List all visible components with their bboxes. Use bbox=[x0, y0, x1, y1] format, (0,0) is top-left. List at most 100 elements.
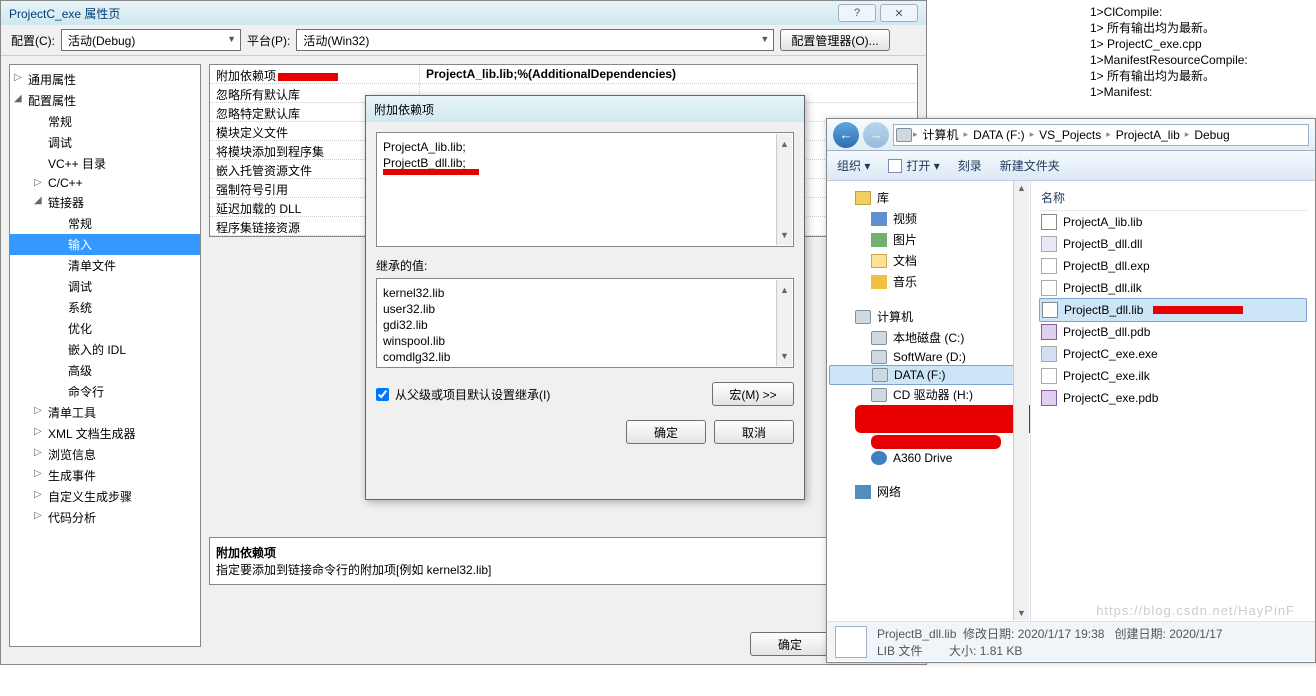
inherit-checkbox[interactable] bbox=[376, 388, 389, 401]
file-row-selected[interactable]: ProjectB_dll.lib bbox=[1039, 298, 1307, 322]
file-row[interactable]: ProjectC_exe.pdb bbox=[1039, 387, 1307, 409]
tree-linker-debug[interactable]: 调试 bbox=[10, 276, 200, 297]
crumb[interactable]: DATA (F:) bbox=[969, 126, 1029, 144]
highlight-underline bbox=[383, 169, 479, 175]
explorer-navbar: ← → ▸ 计算机▸ DATA (F:)▸ VS_Pojects▸ Projec… bbox=[827, 119, 1315, 151]
ok-button[interactable]: 确定 bbox=[750, 632, 830, 656]
file-row[interactable]: ProjectB_dll.dll bbox=[1039, 233, 1307, 255]
scrollbar[interactable] bbox=[1013, 181, 1029, 620]
exe-file-icon bbox=[1041, 346, 1057, 362]
tree-build-evt[interactable]: ▷生成事件 bbox=[10, 465, 200, 486]
tree-linker-general[interactable]: 常规 bbox=[10, 213, 200, 234]
file-row[interactable]: ProjectB_dll.exp bbox=[1039, 255, 1307, 277]
video-icon bbox=[871, 212, 887, 226]
output-line: 1> ProjectC_exe.cpp bbox=[1090, 36, 1312, 52]
tree-drive-d[interactable]: SoftWare (D:) bbox=[829, 348, 1028, 366]
crumb[interactable]: VS_Pojects bbox=[1035, 126, 1105, 144]
config-label: 配置(C): bbox=[11, 32, 55, 49]
a360-icon bbox=[871, 451, 887, 465]
new-folder-button[interactable]: 新建文件夹 bbox=[1000, 157, 1060, 174]
redacted-item bbox=[871, 435, 1001, 449]
highlight-mark bbox=[278, 73, 338, 81]
tree-cpp[interactable]: ▷C/C++ bbox=[10, 174, 200, 192]
ilk-file-icon bbox=[1041, 368, 1057, 384]
file-row[interactable]: ProjectA_lib.lib bbox=[1039, 211, 1307, 233]
tree-manifest-tool[interactable]: ▷清单工具 bbox=[10, 402, 200, 423]
scrollbar[interactable] bbox=[776, 134, 792, 245]
tree-custom[interactable]: ▷自定义生成步骤 bbox=[10, 486, 200, 507]
tree-music[interactable]: 音乐 bbox=[829, 271, 1028, 292]
dialog-ok-button[interactable]: 确定 bbox=[626, 420, 706, 444]
tree-linker-idl[interactable]: 嵌入的 IDL bbox=[10, 339, 200, 360]
tree-linker-cmd[interactable]: 命令行 bbox=[10, 381, 200, 402]
organize-menu[interactable]: 组织 ▾ bbox=[837, 157, 870, 174]
grid-row-add-dep[interactable]: 附加依赖项 ProjectA_lib.lib;%(AdditionalDepen… bbox=[210, 65, 917, 84]
tree-network[interactable]: 网络 bbox=[829, 481, 1028, 502]
tree-code-an[interactable]: ▷代码分析 bbox=[10, 507, 200, 528]
inherited-list: kernel32.lib user32.lib gdi32.lib winspo… bbox=[376, 278, 794, 368]
tree-linker-input[interactable]: 输入 bbox=[10, 234, 200, 255]
tree-linker-manifest[interactable]: 清单文件 bbox=[10, 255, 200, 276]
tree-linker-opt[interactable]: 优化 bbox=[10, 318, 200, 339]
tree-general[interactable]: 常规 bbox=[10, 111, 200, 132]
inherited-label: 继承的值: bbox=[376, 257, 794, 274]
dialog-cancel-button[interactable]: 取消 bbox=[714, 420, 794, 444]
tree-computer[interactable]: 计算机 bbox=[829, 306, 1028, 327]
platform-select[interactable]: 活动(Win32) bbox=[296, 29, 774, 51]
open-menu[interactable]: 打开 ▾ bbox=[888, 157, 939, 174]
platform-label: 平台(P): bbox=[247, 32, 290, 49]
tree-pictures[interactable]: 图片 bbox=[829, 229, 1028, 250]
file-row[interactable]: ProjectC_exe.exe bbox=[1039, 343, 1307, 365]
tree-a360[interactable]: A360 Drive bbox=[829, 449, 1028, 467]
tree-browse[interactable]: ▷浏览信息 bbox=[10, 444, 200, 465]
tree-drive-c[interactable]: 本地磁盘 (C:) bbox=[829, 327, 1028, 348]
breadcrumb[interactable]: ▸ 计算机▸ DATA (F:)▸ VS_Pojects▸ ProjectA_l… bbox=[893, 124, 1309, 146]
dialog-titlebar[interactable]: 附加依赖项 bbox=[366, 96, 804, 122]
tree-drive-f[interactable]: DATA (F:) bbox=[829, 365, 1028, 385]
document-icon bbox=[871, 254, 887, 268]
forward-button[interactable]: → bbox=[863, 122, 889, 148]
tree-libraries[interactable]: 库 bbox=[829, 187, 1028, 208]
titlebar[interactable]: ProjectC_exe 属性页 ? ✕ bbox=[1, 1, 926, 25]
tree-xml-gen[interactable]: ▷XML 文档生成器 bbox=[10, 423, 200, 444]
tree-common-props[interactable]: ▷通用属性 bbox=[10, 69, 200, 90]
file-list[interactable]: 名称 ProjectA_lib.lib ProjectB_dll.dll Pro… bbox=[1031, 181, 1315, 621]
property-tree[interactable]: ▷通用属性 ◢配置属性 常规 调试 VC++ 目录 ▷C/C++ ◢链接器 常规… bbox=[9, 64, 201, 647]
explorer-tree[interactable]: 库 视频 图片 文档 音乐 计算机 本地磁盘 (C:) SoftWare (D:… bbox=[827, 181, 1031, 621]
file-row[interactable]: ProjectB_dll.ilk bbox=[1039, 277, 1307, 299]
lib-file-icon bbox=[1041, 214, 1057, 230]
file-row[interactable]: ProjectB_dll.pdb bbox=[1039, 321, 1307, 343]
crumb[interactable]: 计算机 bbox=[919, 124, 963, 145]
crumb[interactable]: Debug bbox=[1190, 126, 1233, 144]
desc-text: 指定要添加到链接命令行的附加项[例如 kernel32.lib] bbox=[216, 561, 911, 578]
close-button[interactable]: ✕ bbox=[880, 4, 918, 22]
tree-videos[interactable]: 视频 bbox=[829, 208, 1028, 229]
tree-documents[interactable]: 文档 bbox=[829, 250, 1028, 271]
tree-linker[interactable]: ◢链接器 bbox=[10, 192, 200, 213]
deps-edit-box[interactable]: ProjectA_lib.lib; ProjectB_dll.lib; bbox=[376, 132, 794, 247]
crumb[interactable]: ProjectA_lib bbox=[1112, 126, 1184, 144]
burn-button[interactable]: 刻录 bbox=[958, 157, 982, 174]
file-row[interactable]: ProjectC_exe.ilk bbox=[1039, 365, 1307, 387]
tree-linker-adv[interactable]: 高级 bbox=[10, 360, 200, 381]
tree-debug[interactable]: 调试 bbox=[10, 132, 200, 153]
drive-icon bbox=[871, 350, 887, 364]
config-select[interactable]: 活动(Debug) bbox=[61, 29, 241, 51]
tree-linker-system[interactable]: 系统 bbox=[10, 297, 200, 318]
column-header-name[interactable]: 名称 bbox=[1039, 185, 1307, 211]
picture-icon bbox=[871, 233, 887, 247]
additional-deps-dialog: 附加依赖项 ProjectA_lib.lib; ProjectB_dll.lib… bbox=[365, 95, 805, 500]
inherit-check-label: 从父级或项目默认设置继承(I) bbox=[395, 386, 550, 403]
status-filetype: LIB 文件 bbox=[877, 644, 922, 658]
macro-button[interactable]: 宏(M) >> bbox=[712, 382, 794, 406]
scrollbar[interactable] bbox=[776, 280, 792, 366]
status-filename: ProjectB_dll.lib bbox=[877, 627, 956, 641]
tree-vcdir[interactable]: VC++ 目录 bbox=[10, 153, 200, 174]
tree-drive-h[interactable]: CD 驱动器 (H:) bbox=[829, 384, 1028, 405]
back-button[interactable]: ← bbox=[833, 122, 859, 148]
config-manager-button[interactable]: 配置管理器(O)... bbox=[780, 29, 889, 51]
tree-config-props[interactable]: ◢配置属性 bbox=[10, 90, 200, 111]
cd-drive-icon bbox=[871, 388, 887, 402]
highlight-mark bbox=[1153, 306, 1243, 314]
help-button[interactable]: ? bbox=[838, 4, 876, 22]
